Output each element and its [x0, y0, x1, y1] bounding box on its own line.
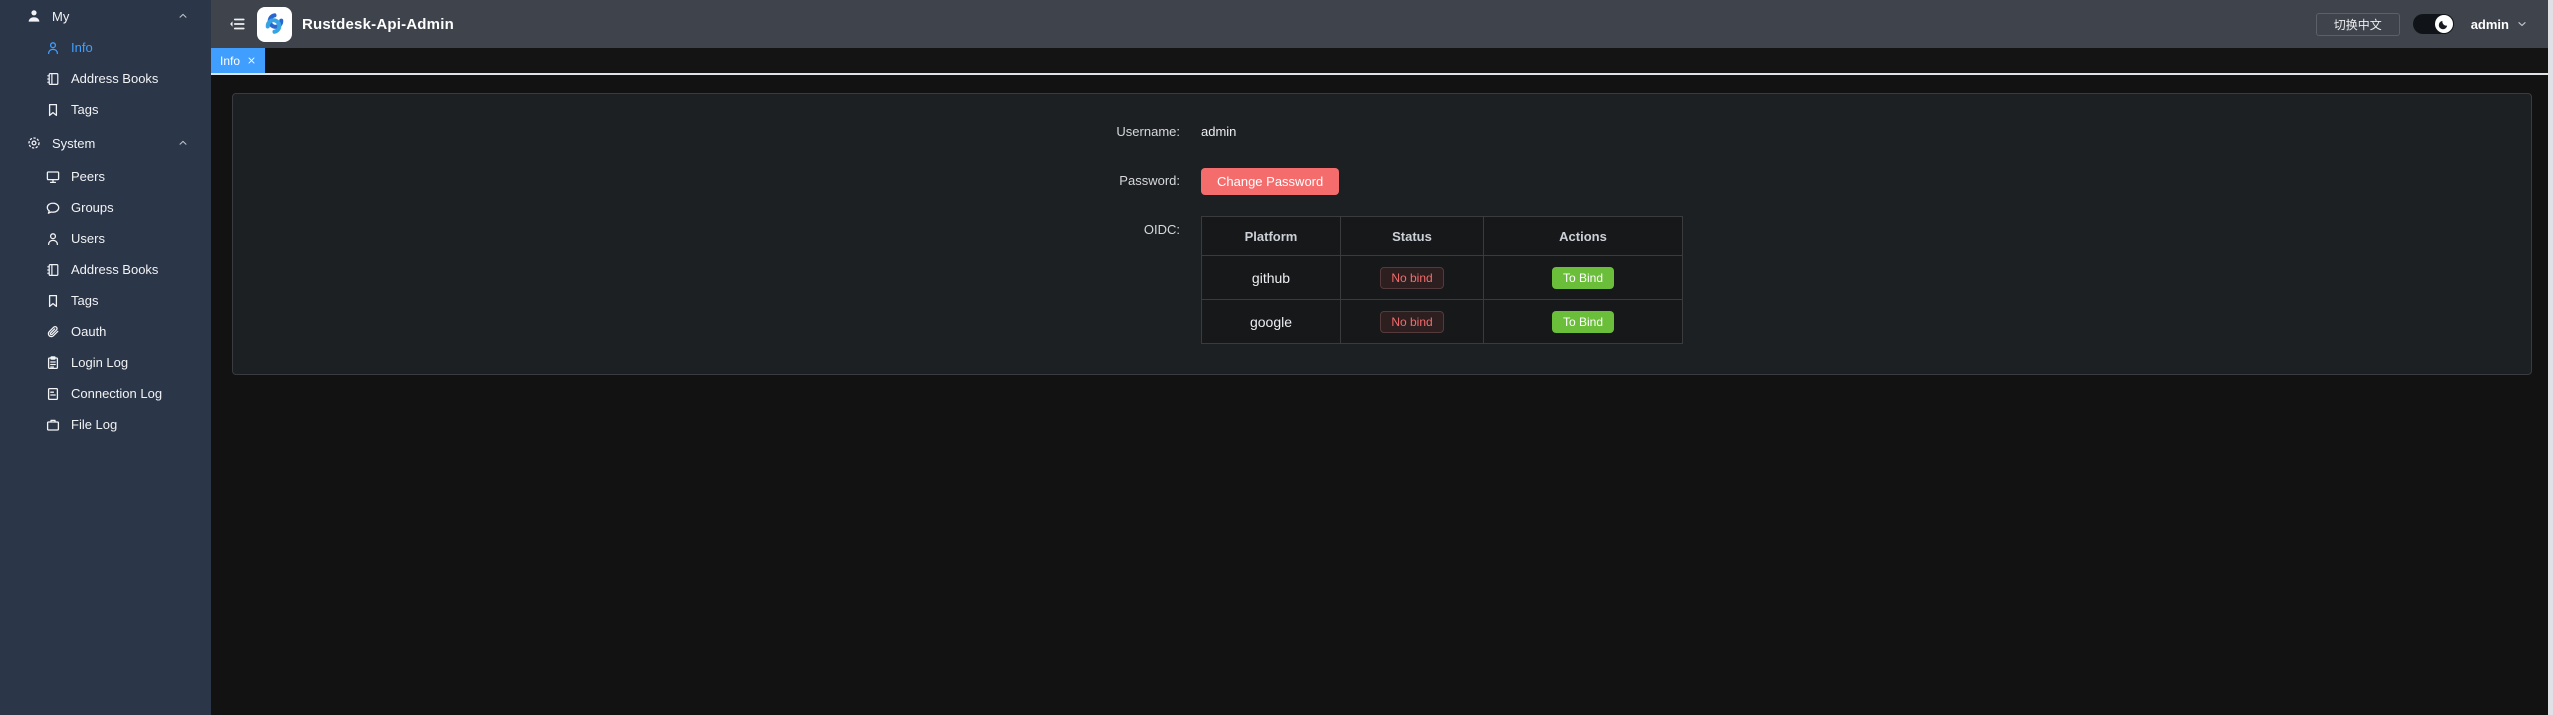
sidebar-fold-icon[interactable]: [228, 15, 246, 33]
sidebar-item-connection-log[interactable]: Connection Log: [0, 378, 211, 409]
vertical-scrollbar[interactable]: [2548, 0, 2553, 715]
app-logo: [257, 7, 292, 42]
main-content: Username: admin Password: Change Passwor…: [211, 75, 2553, 715]
status-badge: No bind: [1380, 267, 1443, 289]
sidebar-item-address-books[interactable]: Address Books: [0, 63, 211, 94]
oidc-label: OIDC:: [233, 216, 1180, 244]
notebook-icon: [45, 262, 61, 278]
column-header-status: Status: [1341, 217, 1484, 256]
app-title: Rustdesk-Api-Admin: [302, 16, 454, 33]
oidc-row: OIDC: Platform Status Actions github: [233, 216, 2531, 344]
oidc-table: Platform Status Actions github No bind: [1201, 216, 1683, 344]
sidebar-item-peers[interactable]: Peers: [0, 161, 211, 192]
change-password-button[interactable]: Change Password: [1201, 168, 1339, 195]
user-menu[interactable]: admin: [2471, 17, 2528, 32]
actions-cell: To Bind: [1484, 300, 1683, 344]
username-label: Username:: [233, 118, 1180, 146]
sidebar-item-label: Address Books: [71, 71, 158, 86]
sidebar-item-label: Tags: [71, 102, 98, 117]
sidebar: My Info Address Books Tags System Peers …: [0, 0, 211, 715]
sidebar-item-label: Tags: [71, 293, 98, 308]
chevron-down-icon: [2516, 18, 2528, 30]
bookmark-icon: [45, 102, 61, 118]
sidebar-item-label: Address Books: [71, 262, 158, 277]
sidebar-item-label: Groups: [71, 200, 114, 215]
sidebar-item-label: Oauth: [71, 324, 106, 339]
status-badge: No bind: [1380, 311, 1443, 333]
sidebar-item-label: File Log: [71, 417, 117, 432]
sidebar-section-system: System Peers Groups Users Address Books …: [0, 125, 211, 440]
user-icon: [26, 8, 42, 24]
column-header-platform: Platform: [1202, 217, 1341, 256]
sidebar-item-label: Peers: [71, 169, 105, 184]
tab-info[interactable]: Info: [211, 48, 265, 73]
chat-bubble-icon: [45, 200, 61, 216]
sidebar-item-file-log[interactable]: File Log: [0, 409, 211, 440]
sidebar-item-label: Users: [71, 231, 105, 246]
sidebar-item-label: Login Log: [71, 355, 128, 370]
sidebar-item-label: Info: [71, 40, 93, 55]
moon-icon: [2437, 17, 2451, 31]
sidebar-item-tags[interactable]: Tags: [0, 94, 211, 125]
person-icon: [45, 40, 61, 56]
sidebar-section-my-header[interactable]: My: [0, 0, 211, 32]
sidebar-item-info[interactable]: Info: [0, 32, 211, 63]
password-row: Password: Change Password: [233, 167, 2531, 195]
user-name: admin: [2471, 17, 2509, 32]
sidebar-item-login-log[interactable]: Login Log: [0, 347, 211, 378]
username-row: Username: admin: [233, 118, 2531, 146]
chevron-up-icon: [177, 10, 189, 22]
sidebar-item-oauth[interactable]: Oauth: [0, 316, 211, 347]
chevron-up-icon: [177, 137, 189, 149]
platform-cell: github: [1202, 256, 1341, 300]
theme-toggle[interactable]: [2413, 14, 2454, 34]
tab-bar: Info: [211, 48, 2553, 75]
sidebar-section-system-header[interactable]: System: [0, 125, 211, 161]
bookmark-icon: [45, 293, 61, 309]
sidebar-item-address-books[interactable]: Address Books: [0, 254, 211, 285]
sidebar-item-label: Connection Log: [71, 386, 162, 401]
clipboard-icon: [45, 355, 61, 371]
sidebar-section-label: System: [52, 136, 95, 151]
status-cell: No bind: [1341, 256, 1484, 300]
username-value: admin: [1201, 118, 1236, 146]
sidebar-item-groups[interactable]: Groups: [0, 192, 211, 223]
column-header-actions: Actions: [1484, 217, 1683, 256]
tab-close-icon[interactable]: [247, 56, 256, 65]
sidebar-section-label: My: [52, 9, 69, 24]
oidc-table-header-row: Platform Status Actions: [1202, 217, 1683, 256]
tab-label: Info: [220, 54, 240, 68]
person-icon: [45, 231, 61, 247]
theme-toggle-knob: [2435, 15, 2453, 33]
language-switch-button[interactable]: 切换中文: [2316, 13, 2400, 36]
to-bind-button-github[interactable]: To Bind: [1552, 267, 1614, 289]
gear-icon: [26, 135, 42, 151]
to-bind-button-google[interactable]: To Bind: [1552, 311, 1614, 333]
monitor-icon: [45, 169, 61, 185]
sidebar-item-users[interactable]: Users: [0, 223, 211, 254]
profile-panel: Username: admin Password: Change Passwor…: [232, 93, 2532, 375]
sidebar-item-tags[interactable]: Tags: [0, 285, 211, 316]
notebook-icon: [45, 71, 61, 87]
actions-cell: To Bind: [1484, 256, 1683, 300]
rustdesk-swirl-icon: [261, 11, 288, 38]
document-icon: [45, 386, 61, 402]
sidebar-section-my: My Info Address Books Tags: [0, 0, 211, 125]
briefcase-icon: [45, 417, 61, 433]
top-header: Rustdesk-Api-Admin 切换中文 admin: [211, 0, 2553, 48]
paperclip-icon: [45, 324, 61, 340]
table-row-google: google No bind To Bind: [1202, 300, 1683, 344]
platform-cell: google: [1202, 300, 1341, 344]
table-row-github: github No bind To Bind: [1202, 256, 1683, 300]
status-cell: No bind: [1341, 300, 1484, 344]
password-label: Password:: [233, 167, 1180, 195]
